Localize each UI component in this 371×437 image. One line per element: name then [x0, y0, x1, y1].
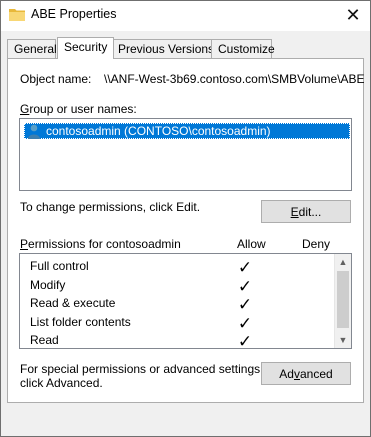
group-users-list[interactable]: contosoadmin (CONTOSO\contosoadmin): [19, 118, 352, 191]
folder-icon: [9, 9, 25, 21]
permissions-scrollbar[interactable]: ▲ ▼: [334, 254, 351, 348]
allow-check-modify[interactable]: ✓: [235, 277, 255, 296]
scroll-up-icon[interactable]: ▲: [335, 254, 351, 270]
tab-general[interactable]: General: [7, 39, 57, 58]
list-item[interactable]: contosoadmin (CONTOSO\contosoadmin): [24, 123, 350, 139]
object-name-value: \\ANF-West-3b69.contoso.com\SMBVolume\AB…: [104, 72, 365, 86]
tab-security[interactable]: Security: [57, 37, 114, 59]
user-name: contosoadmin (CONTOSO\contosoadmin): [46, 124, 271, 138]
allow-check-list-folder-contents[interactable]: ✓: [235, 314, 255, 333]
tab-previous-versions[interactable]: Previous Versions: [111, 39, 214, 58]
scroll-thumb[interactable]: [337, 271, 349, 328]
object-name-label: Object name:: [20, 72, 92, 86]
window-title: ABE Properties: [31, 7, 117, 21]
security-panel: Object name: \\ANF-West-3b69.contoso.com…: [7, 58, 365, 403]
advanced-button[interactable]: Advanced: [261, 362, 351, 385]
tab-customize[interactable]: Customize: [211, 39, 275, 58]
properties-dialog: ABE Properties ✕ General Security Previo…: [0, 0, 371, 437]
permissions-list[interactable]: Full control ✓ Modify ✓ Read & execute ✓…: [19, 253, 352, 351]
allow-check-full-control[interactable]: ✓: [235, 258, 255, 277]
advanced-hint-line1: For special permissions or advanced sett…: [20, 362, 264, 376]
permission-row-read-execute: Read & execute: [30, 296, 116, 310]
permission-row-list-folder-contents: List folder contents: [30, 315, 131, 329]
title-bar[interactable]: ABE Properties ✕: [1, 1, 370, 31]
advanced-hint-line2: click Advanced.: [20, 376, 103, 390]
permission-row-full-control: Full control: [30, 259, 89, 273]
edit-button[interactable]: Edit...: [261, 200, 351, 223]
allow-check-read-execute[interactable]: ✓: [235, 295, 255, 314]
permission-row-read: Read: [30, 333, 59, 347]
change-permissions-hint: To change permissions, click Edit.: [20, 200, 201, 214]
deny-column-header: Deny: [302, 237, 331, 251]
close-icon[interactable]: ✕: [342, 4, 364, 26]
group-users-label: Group or user names:: [20, 102, 137, 116]
allow-column-header: Allow: [237, 237, 266, 251]
scroll-down-icon[interactable]: ▼: [335, 332, 351, 348]
allow-check-read[interactable]: ✓: [235, 332, 255, 351]
permissions-label: Permissions for contosoadmin: [20, 237, 181, 251]
user-icon: [28, 124, 40, 139]
permission-row-modify: Modify: [30, 278, 66, 292]
